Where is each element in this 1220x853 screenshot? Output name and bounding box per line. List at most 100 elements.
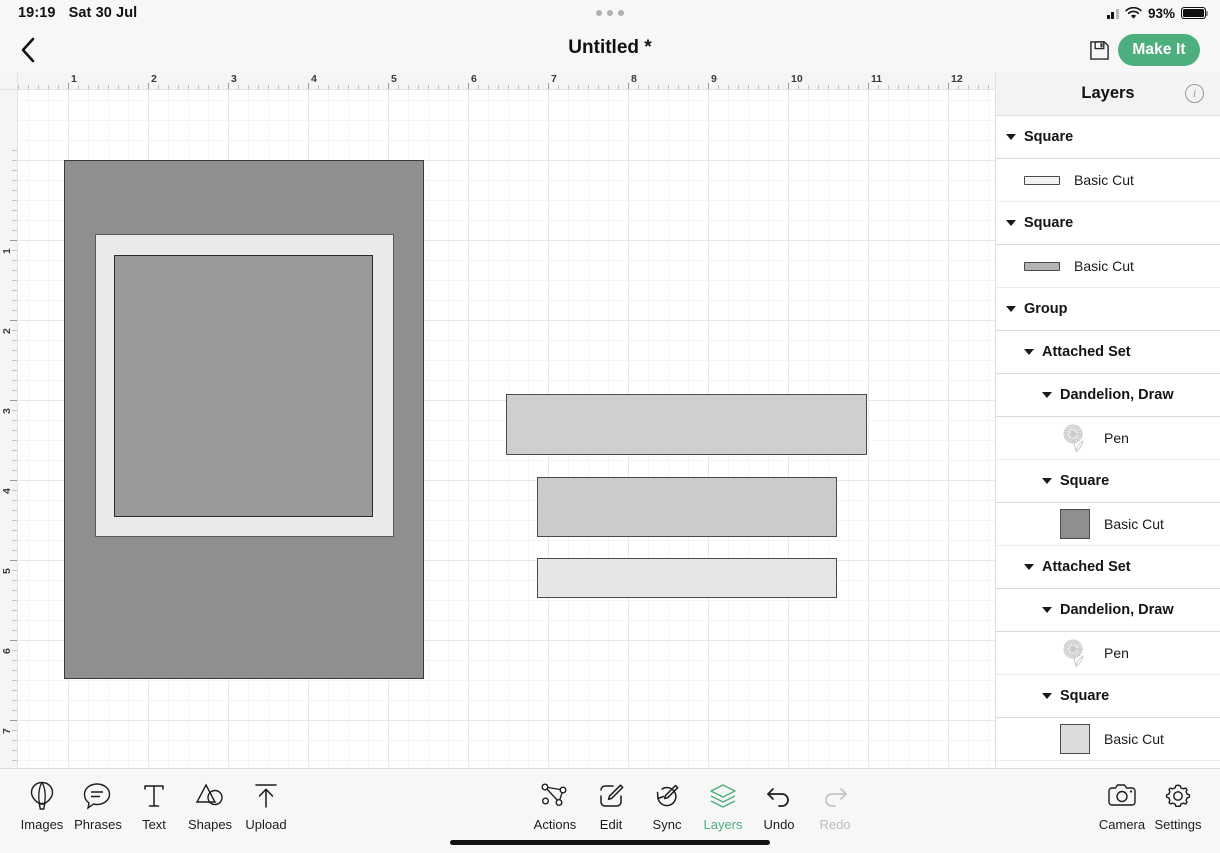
canvas-grid[interactable] xyxy=(18,90,995,768)
chevron-down-icon[interactable] xyxy=(1024,349,1034,355)
ruler-h-label: 9 xyxy=(711,73,717,85)
ruler-v-minor-tick xyxy=(12,200,17,201)
toolbar-item-shapes[interactable]: Shapes xyxy=(182,777,238,832)
square-inner-gray[interactable] xyxy=(114,255,373,517)
chevron-down-icon[interactable] xyxy=(1042,478,1052,484)
layer-color-swatch[interactable] xyxy=(1024,261,1060,271)
toolbar-item-upload[interactable]: Upload xyxy=(238,777,294,832)
layer-operation-row[interactable]: Basic Cut xyxy=(996,718,1220,761)
ruler-v-minor-tick xyxy=(12,550,17,551)
ruler-v-minor-tick xyxy=(12,290,17,291)
ruler-v-minor-tick xyxy=(12,410,17,411)
status-date: Sat 30 Jul xyxy=(68,5,138,21)
layer-group-row[interactable]: Group xyxy=(996,288,1220,331)
ruler-v-minor-tick xyxy=(12,610,17,611)
horizontal-ruler: 1 2 3 4 5 6 7 8 9 10 11 12 xyxy=(0,72,995,90)
layer-group-row[interactable]: Dandelion, Draw xyxy=(996,374,1220,417)
rectangle-bar-2[interactable] xyxy=(537,477,837,537)
layer-label: Pen xyxy=(1104,430,1129,446)
layers-list[interactable]: Square Basic Cut Square Basic Cut Group Attac… xyxy=(996,116,1220,768)
chevron-down-icon[interactable] xyxy=(1006,134,1016,140)
layer-thumbnail-dandelion[interactable] xyxy=(1060,423,1090,453)
layer-group-row[interactable]: Square xyxy=(996,675,1220,718)
rectangle-bar-1[interactable] xyxy=(506,394,867,455)
toolbar-item-images[interactable]: Images xyxy=(14,777,70,832)
chevron-down-icon[interactable] xyxy=(1024,564,1034,570)
ruler-v-minor-tick xyxy=(12,730,17,731)
grid-line xyxy=(18,720,995,721)
layer-color-swatch[interactable] xyxy=(1024,175,1060,185)
ruler-v-minor-tick xyxy=(12,270,17,271)
layer-group-row[interactable]: Attached Set xyxy=(996,331,1220,374)
layer-label: Square xyxy=(1060,688,1110,704)
ruler-v-minor-tick xyxy=(12,380,17,381)
ruler-v-minor-tick xyxy=(12,590,17,591)
grid-line xyxy=(928,90,929,768)
toolbar-item-phrases[interactable]: Phrases xyxy=(70,777,126,832)
ruler-h-label: 10 xyxy=(791,73,803,85)
top-nav-bar: Untitled * Make It xyxy=(0,26,1220,72)
layer-label: Basic Cut xyxy=(1074,172,1134,188)
ruler-h-label: 5 xyxy=(391,73,397,85)
design-canvas[interactable]: 123456789101112 12345678 xyxy=(0,72,995,768)
toolbar-item-actions[interactable]: Actions xyxy=(527,777,583,832)
toolbar-item-undo[interactable]: Undo xyxy=(751,777,807,832)
layer-color-swatch[interactable] xyxy=(1060,509,1090,539)
gear-icon xyxy=(1164,781,1192,811)
text-t-icon xyxy=(142,781,166,811)
layer-thumbnail-dandelion[interactable] xyxy=(1060,638,1090,668)
layer-group-row[interactable]: Square xyxy=(996,202,1220,245)
info-circle-icon[interactable]: i xyxy=(1185,84,1204,103)
toolbar-item-edit[interactable]: Edit xyxy=(583,777,639,832)
layers-panel[interactable]: Layers i Square Basic Cut Square Basic Cut G… xyxy=(995,72,1220,768)
toolbar-item-label: Undo xyxy=(763,817,795,832)
ruler-v-minor-tick xyxy=(12,330,17,331)
toolbar-item-settings[interactable]: Settings xyxy=(1150,777,1206,832)
ruler-v-minor-tick xyxy=(12,690,17,691)
chevron-down-icon[interactable] xyxy=(1042,693,1052,699)
layer-group-row[interactable]: Square xyxy=(996,761,1220,768)
grid-line xyxy=(18,680,995,681)
toolbar-item-layers[interactable]: Layers xyxy=(695,777,751,832)
layer-label: Dandelion, Draw xyxy=(1060,602,1174,618)
layer-group-row[interactable]: Dandelion, Draw xyxy=(996,589,1220,632)
battery-icon xyxy=(1181,7,1209,19)
layer-operation-row[interactable]: Basic Cut xyxy=(996,159,1220,202)
save-button[interactable] xyxy=(1084,35,1114,65)
toolbar-item-sync[interactable]: Sync xyxy=(639,777,695,832)
grid-line xyxy=(888,90,889,768)
layer-label: Basic Cut xyxy=(1104,731,1164,747)
layer-operation-row[interactable]: Pen xyxy=(996,632,1220,675)
layers-panel-header: Layers i xyxy=(996,72,1220,116)
rectangle-bar-3[interactable] xyxy=(537,558,837,598)
toolbar-item-text[interactable]: Text xyxy=(126,777,182,832)
ruler-h-label: 6 xyxy=(471,73,477,85)
grid-line xyxy=(18,140,995,141)
toolbar-item-camera[interactable]: Camera xyxy=(1094,777,1150,832)
chevron-down-icon[interactable] xyxy=(1042,607,1052,613)
chevron-down-icon[interactable] xyxy=(1042,392,1052,398)
ruler-v-minor-tick xyxy=(12,370,17,371)
layer-operation-row[interactable]: Pen xyxy=(996,417,1220,460)
layer-color-swatch[interactable] xyxy=(1060,724,1090,754)
ruler-v-minor-tick xyxy=(12,660,17,661)
bottom-toolbar: Images Phrases Text Shapes Upload Actions Edi… xyxy=(0,768,1220,853)
grid-line xyxy=(48,90,49,768)
chevron-down-icon[interactable] xyxy=(1006,220,1016,226)
layer-group-row[interactable]: Square xyxy=(996,116,1220,159)
make-it-button[interactable]: Make It xyxy=(1118,34,1200,66)
vertical-ruler: 12345678 xyxy=(0,90,18,768)
toolbar-item-label: Edit xyxy=(599,817,623,832)
layer-operation-row[interactable]: Basic Cut xyxy=(996,503,1220,546)
camera-icon xyxy=(1107,781,1137,811)
layer-group-row[interactable]: Square xyxy=(996,460,1220,503)
layer-operation-row[interactable]: Basic Cut xyxy=(996,245,1220,288)
layer-label: Basic Cut xyxy=(1104,516,1164,532)
layer-group-row[interactable]: Attached Set xyxy=(996,546,1220,589)
ruler-v-minor-tick xyxy=(12,300,17,301)
multitask-handle-icon[interactable] xyxy=(596,10,624,16)
toolbar-item-label: Images xyxy=(20,817,64,832)
chevron-down-icon[interactable] xyxy=(1006,306,1016,312)
home-indicator xyxy=(450,840,770,845)
cellular-signal-icon xyxy=(1106,8,1119,19)
